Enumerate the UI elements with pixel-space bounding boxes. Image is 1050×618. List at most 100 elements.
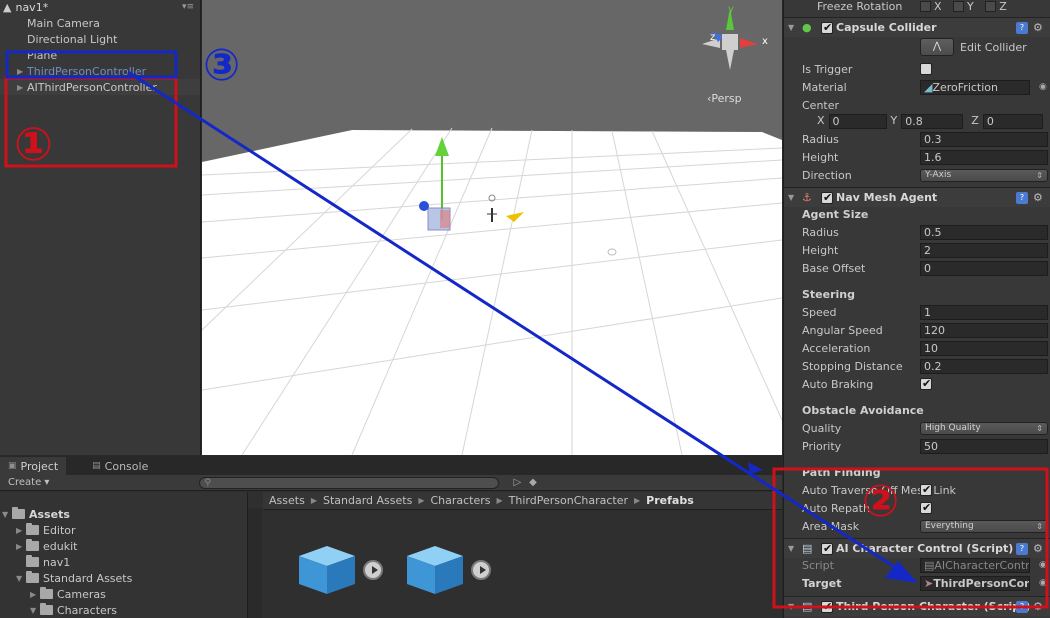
stopping-distance-input[interactable]: 0.2	[920, 358, 1048, 374]
edit-collider-label: Edit Collider	[960, 40, 1027, 54]
area-mask-select[interactable]: Everything	[920, 519, 1048, 533]
angular-speed-input[interactable]: 120	[920, 322, 1048, 338]
agent-height-input[interactable]: 2	[920, 242, 1048, 258]
ai-character-control-enabled-checkbox[interactable]	[821, 542, 833, 555]
stopping-distance-row: Stopping Distance 0.2	[784, 357, 1050, 375]
expand-arrow-icon[interactable]: ▶	[17, 83, 27, 92]
center-z-input[interactable]: 0	[982, 113, 1043, 129]
prefab-cube-icon[interactable]	[405, 544, 465, 596]
freeze-z-checkbox[interactable]	[985, 1, 997, 12]
auto-traverse-checkbox[interactable]	[920, 483, 932, 496]
edit-collider-button[interactable]: ⋀	[920, 38, 954, 56]
expand-arrow-icon[interactable]: ▶	[30, 590, 40, 599]
nav-mesh-agent-enabled-checkbox[interactable]	[821, 191, 833, 204]
expand-arrow-icon[interactable]: ▼	[2, 510, 12, 519]
breadcrumb-separator: ▶	[634, 496, 641, 505]
breadcrumb-item[interactable]: Characters	[430, 494, 490, 507]
scene-row[interactable]: ▲ nav1* ▾≡	[0, 0, 200, 14]
breadcrumb-item[interactable]: ThirdPersonCharacter	[509, 494, 628, 507]
create-button[interactable]: Create ▾	[8, 477, 49, 488]
help-icon[interactable]: ?	[1016, 191, 1028, 204]
target-field[interactable]: ➤ThirdPersonController	[920, 575, 1030, 591]
prefab-expand-button[interactable]	[471, 560, 491, 580]
center-y-label: Y	[890, 113, 898, 127]
field-label: Height	[802, 243, 839, 257]
quality-select[interactable]: High Quality	[920, 421, 1048, 435]
third-person-character-enabled-checkbox[interactable]	[821, 600, 833, 613]
filter-label-icon[interactable]: ◆	[529, 477, 537, 488]
hierarchy-menu-icon[interactable]: ▾≡	[182, 2, 194, 12]
expand-arrow-icon[interactable]: ▶	[17, 67, 27, 76]
gear-icon[interactable]: ⚙	[1033, 191, 1043, 204]
height-input[interactable]: 1.6	[920, 149, 1048, 165]
prefab-cube-icon[interactable]	[297, 544, 357, 596]
expand-arrow-icon[interactable]: ▶	[16, 542, 26, 551]
gear-icon[interactable]: ⚙	[1033, 542, 1043, 555]
folder-assets[interactable]: ▼ Assets	[0, 506, 247, 522]
expand-arrow-icon[interactable]: ▼	[30, 606, 40, 615]
capsule-collider-header[interactable]: ▼ ● Capsule Collider ? ⚙	[784, 17, 1050, 37]
folder-cameras[interactable]: ▶ Cameras	[0, 586, 247, 602]
expand-arrow-icon[interactable]: ▶	[16, 526, 26, 535]
material-field[interactable]: ◢ZeroFriction	[920, 79, 1030, 95]
folder-edukit[interactable]: ▶ edukit	[0, 538, 247, 554]
folder-standard-assets[interactable]: ▼ Standard Assets	[0, 570, 247, 586]
hierarchy-item-third-person-controller[interactable]: ▶ ThirdPersonController	[0, 63, 200, 79]
foldout-arrow-icon[interactable]: ▼	[788, 602, 794, 611]
tab-console[interactable]: ▤ Console	[84, 457, 156, 475]
hierarchy-item-ai-third-person-controller[interactable]: ▶ AIThirdPersonController	[0, 79, 200, 95]
gear-icon[interactable]: ⚙	[1033, 21, 1043, 34]
object-picker-icon[interactable]: ◉	[1039, 82, 1047, 92]
x-plane-handle[interactable]	[440, 210, 450, 228]
priority-input[interactable]: 50	[920, 438, 1048, 454]
freeze-y-checkbox[interactable]	[953, 1, 965, 12]
hierarchy-item-main-camera[interactable]: Main Camera	[0, 15, 200, 31]
filter-type-icon[interactable]: ▷	[513, 477, 521, 488]
direction-select[interactable]: Y-Axis	[920, 168, 1048, 182]
agent-radius-input[interactable]: 0.5	[920, 224, 1048, 240]
component-title: AI Character Control (Script)	[836, 542, 1014, 555]
capsule-collider-enabled-checkbox[interactable]	[821, 21, 833, 34]
breadcrumb-item[interactable]: Assets	[269, 494, 305, 507]
acceleration-input[interactable]: 10	[920, 340, 1048, 356]
is-trigger-checkbox[interactable]	[920, 63, 932, 75]
help-icon[interactable]: ?	[1016, 600, 1028, 613]
hierarchy-item-plane[interactable]: Plane	[0, 47, 200, 63]
scene-view[interactable]: y z x ‹Persp	[202, 0, 782, 455]
field-label: Direction	[802, 168, 852, 182]
target-value: ThirdPersonController	[933, 576, 1029, 590]
folder-editor[interactable]: ▶ Editor	[0, 522, 247, 538]
ai-character-control-header[interactable]: ▼ ▤ AI Character Control (Script) ? ⚙	[784, 538, 1050, 558]
base-offset-input[interactable]: 0	[920, 260, 1048, 276]
z-axis-handle[interactable]	[419, 201, 429, 211]
center-x-input[interactable]: 0	[828, 113, 887, 129]
third-person-character-header[interactable]: ▼ ▤ Third Person Character (Script) ? ⚙	[784, 596, 1050, 616]
script-row: Script ▤AICharacterControl ◉	[784, 556, 1050, 574]
auto-repath-checkbox[interactable]	[920, 501, 932, 514]
speed-input[interactable]: 1	[920, 304, 1048, 320]
expand-arrow-icon[interactable]: ▼	[16, 574, 26, 583]
foldout-arrow-icon[interactable]: ▼	[788, 23, 794, 32]
folder-characters[interactable]: ▼ Characters	[0, 602, 247, 618]
radius-input[interactable]: 0.3	[920, 131, 1048, 147]
center-y-input[interactable]: 0.8	[901, 113, 964, 129]
tab-project[interactable]: ▣ Project	[0, 457, 67, 475]
freeze-x-checkbox[interactable]	[920, 1, 931, 12]
folder-label: Assets	[29, 507, 70, 521]
gear-icon[interactable]: ⚙	[1033, 600, 1043, 613]
hierarchy-item-directional-light[interactable]: Directional Light	[0, 31, 200, 47]
object-picker-icon[interactable]: ◉	[1039, 578, 1047, 588]
auto-braking-checkbox[interactable]	[920, 377, 932, 390]
foldout-arrow-icon[interactable]: ▼	[788, 193, 794, 202]
breadcrumb-item[interactable]: Standard Assets	[323, 494, 412, 507]
folder-nav1[interactable]: nav1	[0, 554, 247, 570]
prefab-expand-button[interactable]	[363, 560, 383, 580]
help-icon[interactable]: ?	[1016, 542, 1028, 555]
foldout-arrow-icon[interactable]: ▼	[788, 544, 794, 553]
nav-mesh-agent-header[interactable]: ▼ ⚓ Nav Mesh Agent ? ⚙	[784, 187, 1050, 207]
persp-label[interactable]: ‹Persp	[707, 92, 742, 105]
script-icon: ▤	[802, 542, 813, 555]
help-icon[interactable]: ?	[1016, 21, 1028, 34]
search-input[interactable]: ⚲	[199, 476, 500, 489]
folder-tree-scrollbar[interactable]	[248, 508, 262, 618]
